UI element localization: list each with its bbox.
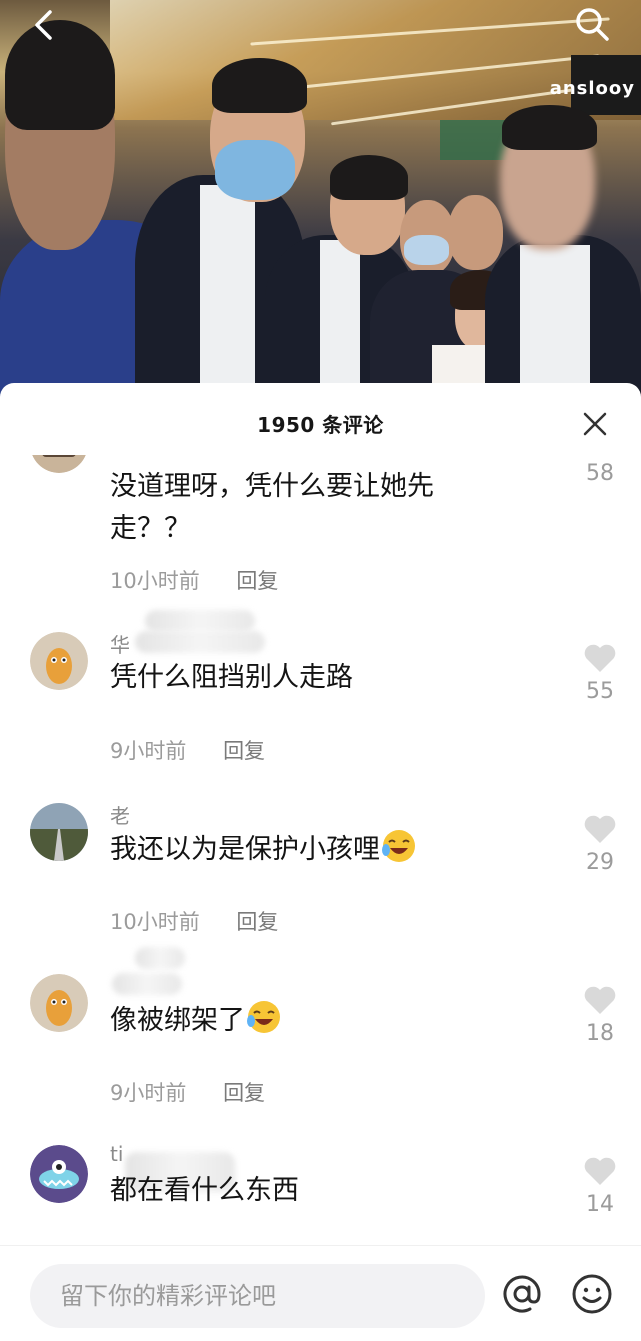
store-sign-text: anslooy: [549, 78, 635, 99]
guard3-hair: [502, 105, 597, 150]
back-button[interactable]: [28, 8, 62, 42]
at-icon: [503, 1275, 541, 1313]
comment-meta: 10小时前 回复: [110, 565, 278, 595]
laughing-tears-emoji-icon: [382, 830, 415, 862]
crowd-head: [448, 195, 503, 270]
comment-avatar[interactable]: [30, 632, 88, 690]
username-blur: [112, 973, 182, 995]
monster-avatar-icon: [30, 1145, 88, 1203]
comment-meta: 10小时前 回复: [110, 906, 278, 936]
comment-text[interactable]: 没道理呀，凭什么要让她先走？？: [110, 466, 510, 550]
comment-username: ti: [110, 1142, 124, 1166]
comment-item: 没道理呀，凭什么要让她先走？？ 10小时前 回复 58: [0, 455, 641, 625]
comment-input[interactable]: [30, 1264, 485, 1328]
cartoon-avatar-icon: [32, 455, 86, 473]
comment-avatar[interactable]: [30, 455, 88, 473]
comment-avatar[interactable]: [30, 974, 88, 1032]
emoji-button[interactable]: [570, 1272, 614, 1316]
close-comments-button[interactable]: [580, 409, 610, 439]
reply-button[interactable]: 回复: [223, 739, 265, 763]
comment-item: 老 我还以为是保护小孩哩 10小时前 回复 29: [0, 796, 641, 966]
comment-avatar[interactable]: [30, 803, 88, 861]
guard-hair: [212, 58, 307, 113]
comment-item: ti 都在看什么东西 14: [0, 1138, 641, 1245]
comment-text[interactable]: 我还以为是保护小孩哩: [110, 828, 510, 871]
smiley-icon: [572, 1274, 612, 1314]
peanut-avatar-icon: [30, 974, 88, 1032]
comment-time: 10小时前: [110, 569, 200, 593]
guard2-shirt: [320, 240, 360, 400]
reply-button[interactable]: 回复: [236, 569, 278, 593]
video-player[interactable]: anslooy: [0, 0, 641, 400]
like-button[interactable]: 18: [578, 985, 622, 1046]
comment-time: 9小时前: [110, 1081, 187, 1105]
like-count: 18: [586, 1021, 614, 1046]
like-count: 55: [586, 679, 614, 704]
like-count: 14: [586, 1192, 614, 1217]
face-mask: [215, 140, 295, 200]
like-button[interactable]: 55: [578, 643, 622, 704]
chevron-left-icon: [35, 10, 52, 40]
like-button[interactable]: 29: [578, 814, 622, 875]
reply-button[interactable]: 回复: [223, 1081, 265, 1105]
comment-text-body: 像被绑架了: [110, 1005, 245, 1036]
search-icon: [576, 8, 609, 41]
comment-text[interactable]: 像被绑架了: [110, 999, 510, 1042]
close-icon: [583, 412, 607, 436]
comment-text[interactable]: 凭什么阻挡别人走路: [110, 657, 510, 699]
comments-header: 1950 条评论: [0, 383, 641, 455]
heart-icon: [584, 986, 616, 1014]
comment-text-body: 我还以为是保护小孩哩: [110, 834, 380, 865]
guard3-shirt: [520, 245, 590, 400]
like-button[interactable]: 14: [578, 1156, 622, 1217]
mention-button[interactable]: [500, 1272, 544, 1316]
username-blur: [145, 610, 255, 632]
search-button[interactable]: [572, 4, 612, 44]
comments-sheet: 1950 条评论 没道理呀，凭什么要让她先走？？ 10小时前 回复 58 华 凭…: [0, 383, 641, 1340]
laughing-tears-emoji-icon: [247, 1001, 280, 1033]
peanut-avatar-icon: [30, 632, 88, 690]
road-photo-avatar-icon: [30, 803, 88, 861]
like-count: 58: [586, 461, 614, 486]
comment-avatar[interactable]: [30, 1145, 88, 1203]
comment-item: 华 凭什么阻挡别人走路 9小时前 回复 55: [0, 625, 641, 795]
heart-icon: [584, 1157, 616, 1185]
reply-button[interactable]: 回复: [236, 910, 278, 934]
heart-icon: [584, 815, 616, 843]
comment-meta: 9小时前 回复: [110, 1077, 265, 1107]
comment-item: 像被绑架了 9小时前 回复 18: [0, 947, 641, 1137]
like-count: 29: [586, 850, 614, 875]
guard2-hair: [330, 155, 408, 200]
like-button[interactable]: 58: [578, 455, 622, 486]
comment-username: 老: [110, 804, 130, 828]
heart-icon: [584, 644, 616, 672]
comment-time: 9小时前: [110, 739, 187, 763]
face-mask: [404, 235, 449, 265]
username-blur: [135, 947, 185, 969]
comment-count-title: 1950 条评论: [257, 413, 384, 437]
guard-shirt: [200, 185, 255, 400]
comment-input-bar: [0, 1245, 641, 1341]
comments-list[interactable]: 没道理呀，凭什么要让她先走？？ 10小时前 回复 58 华 凭什么阻挡别人走路 …: [0, 455, 641, 1245]
comment-meta: 9小时前 回复: [110, 735, 265, 765]
comment-username: 华: [110, 633, 130, 657]
comment-time: 10小时前: [110, 910, 200, 934]
comment-text[interactable]: 都在看什么东西: [110, 1170, 510, 1212]
username-blur: [135, 631, 265, 653]
